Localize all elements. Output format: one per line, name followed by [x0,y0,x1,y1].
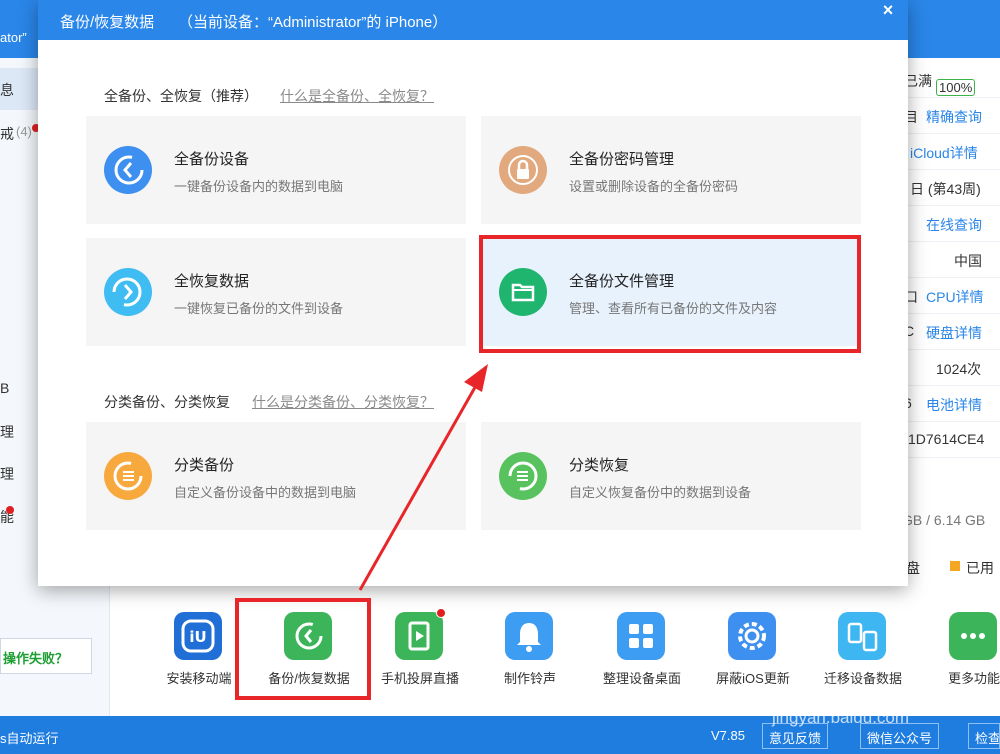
card-title: 分类恢复 [569,457,630,474]
highlight-box-file-management [479,235,861,353]
region-value: 中国 [954,253,982,269]
sidebar-item-a[interactable]: B [0,380,40,402]
screen-cast-icon [395,612,443,660]
notification-dot [436,608,446,618]
card-desc: 自定义恢复备份中的数据到设备 [569,485,752,500]
section-category-help-link[interactable]: 什么是分类备份、分类恢复？ [252,392,434,412]
card-desc: 自定义备份设备中的数据到电脑 [174,485,357,500]
tool-label: 安装移动端 [166,671,232,686]
dialog-current-device: （当前设备：“Administrator”的 iPhone） [178,14,448,31]
info-row: 6 电池详情 [900,386,1000,422]
info-row: 口 CPU详情 [900,278,1000,314]
icloud-details-link[interactable]: iCloud详情 [910,143,978,163]
card-title: 全恢复数据 [174,273,250,290]
info-row: 在线查询 [900,206,1000,242]
production-date: 日 (第43周) [910,181,981,197]
close-icon[interactable]: × [870,0,906,22]
watermark-url: jingyan.baidu.com [772,708,910,727]
autorun-label[interactable]: s自动运行 [0,728,59,747]
battery-prefix: 已满 [904,73,932,89]
sidebar-item-b[interactable]: 理 [0,422,40,444]
card-full-restore[interactable]: 全恢复数据 一键恢复已备份的文件到设备 [86,238,466,346]
version-label: V7.85 [711,728,745,743]
dialog-header: 备份/恢复数据 （当前设备：“Administrator”的 iPhone） × [38,0,908,40]
grid-icon [617,612,665,660]
info-row: 1024次 [900,350,1000,386]
highlight-box-backup-tool [235,598,371,700]
category-backup-icon [104,452,152,500]
card-category-backup[interactable]: 分类备份 自定义备份设备中的数据到电脑 [86,422,466,530]
svg-text:iU: iU [189,628,206,646]
legend-disk: 盘 [906,560,920,576]
info-row: 目 精确查询 [900,98,1000,134]
legend-used: 已用 [966,560,994,576]
battery-percentage: 100% [936,79,976,96]
info-row: 中国 [900,242,1000,278]
check-update-button[interactable]: 检查 [968,723,1000,749]
section-full-title: 全备份、全恢复（推荐） [104,88,258,104]
battery-details-link[interactable]: 电池详情 [926,395,982,415]
online-query-link[interactable]: 在线查询 [926,215,982,235]
card-password-management[interactable]: 全备份密码管理 设置或删除设备的全备份密码 [481,116,861,224]
tool-organize-desktop[interactable]: 整理设备桌面 [592,610,692,690]
tool-screen-cast[interactable]: 手机投屏直播 [370,608,470,690]
tool-install-mobile[interactable]: iU 安装移动端 [149,610,249,690]
legend-used-swatch [950,561,960,571]
tool-label: 制作铃声 [503,671,556,686]
info-row-battery: 已满 100% [900,62,1000,98]
tool-ringtone[interactable]: 制作铃声 [480,610,580,690]
dialog-title: 备份/恢复数据 [60,14,155,31]
card-desc: 设置或删除设备的全备份密码 [569,179,739,194]
card-title: 全备份密码管理 [569,151,675,168]
precise-query-link[interactable]: 精确查询 [926,107,982,127]
full-restore-icon [104,268,152,316]
card-desc: 一键恢复已备份的文件到设备 [174,301,344,316]
category-restore-icon [499,452,547,500]
info-row: 日 (第43周) [900,170,1000,206]
info-row: iCloud详情 [900,134,1000,170]
tool-label: 整理设备桌面 [602,671,681,686]
full-backup-icon [104,146,152,194]
charge-cycles-value: 1024次 [936,361,982,377]
info-row: C 硬盘详情 [900,314,1000,350]
more-icon [949,612,997,660]
storage-usage: GB / 6.14 GB [902,512,986,528]
notification-dot [6,506,14,514]
disk-details-link[interactable]: 硬盘详情 [926,323,982,343]
tool-label: 手机投屏直播 [380,671,459,686]
migrate-icon [838,612,886,660]
sidebar-item-device-info[interactable]: 息 [0,80,40,102]
info-row: 1D7614CE4 [900,422,1000,458]
card-category-restore[interactable]: 分类恢复 自定义恢复备份中的数据到设备 [481,422,861,530]
device-name-fragment: ator” [0,30,27,45]
gear-icon [728,612,776,660]
card-full-backup[interactable]: 全备份设备 一键备份设备内的数据到电脑 [86,116,466,224]
card-title: 全备份设备 [174,151,250,168]
serial-value: 1D7614CE4 [908,431,985,447]
operation-failed-link[interactable]: 操作失败？ [0,638,92,674]
sidebar-item-c[interactable]: 理 [0,464,40,486]
card-desc: 一键备份设备内的数据到电脑 [174,179,344,194]
iu-icon: iU [174,612,222,660]
lock-icon [499,146,547,194]
card-title: 分类备份 [174,457,235,474]
section-category-title: 分类备份、分类恢复 [104,394,230,410]
section-full-help-link[interactable]: 什么是全备份、全恢复？ [280,86,434,106]
bell-icon [505,612,553,660]
cpu-details-link[interactable]: CPU详情 [926,287,984,307]
